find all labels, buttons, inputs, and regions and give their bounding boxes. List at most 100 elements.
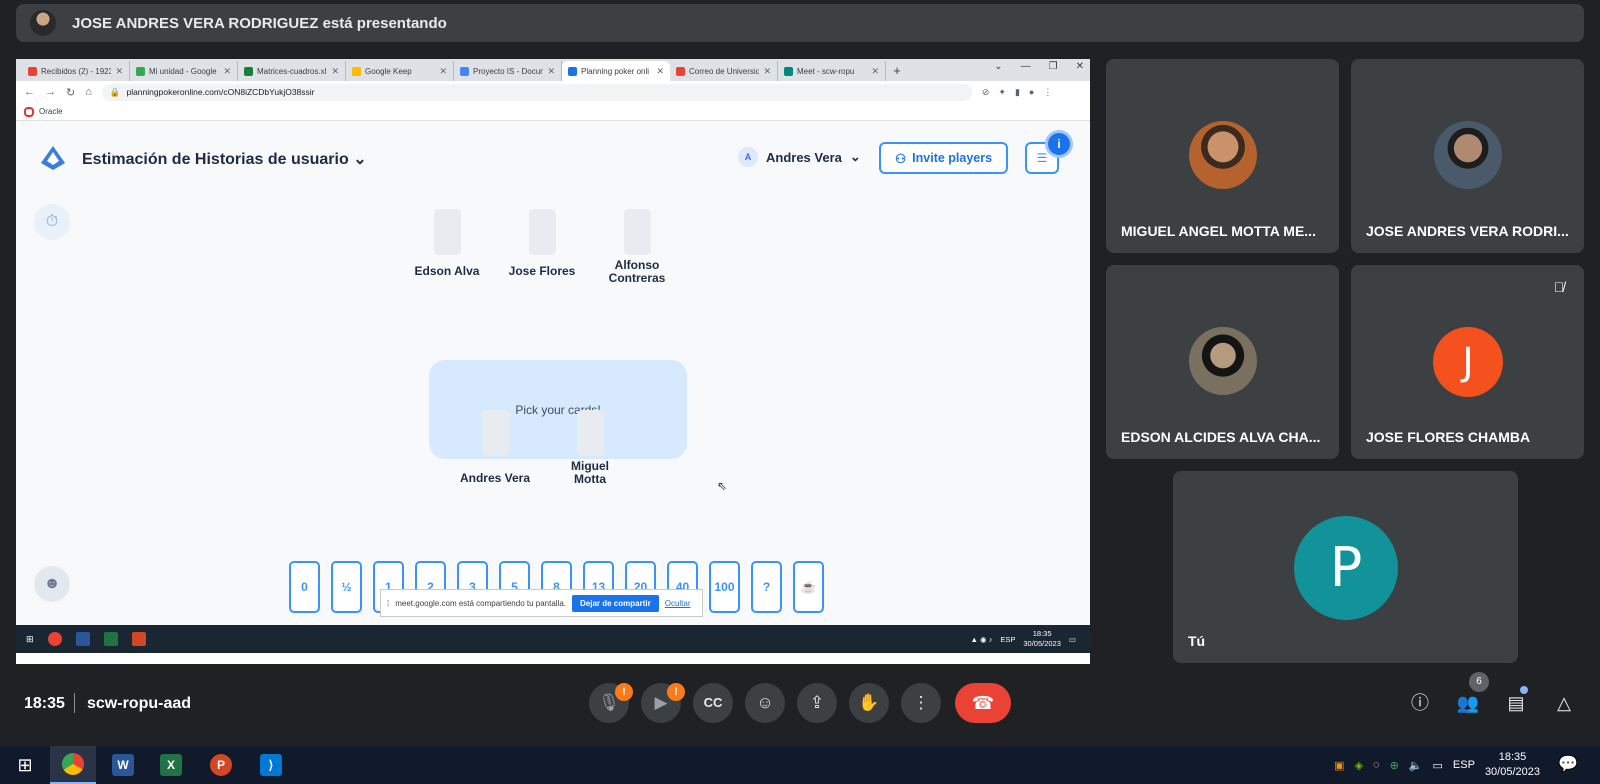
powerpoint-icon[interactable] (131, 632, 146, 646)
vote-card[interactable]: ? (751, 561, 782, 613)
notification-center-icon[interactable]: 💬 (1558, 754, 1578, 774)
people-button[interactable]: 👥 (1453, 688, 1483, 718)
chrome-icon[interactable] (47, 632, 62, 646)
meeting-code: scw-ropu-aad (87, 695, 192, 712)
user-menu[interactable]: A Andres Vera ⌄ (738, 147, 861, 167)
taskbar-excel[interactable]: X (148, 746, 194, 784)
close-tab-icon[interactable]: ✕ (331, 66, 339, 77)
participant-tile[interactable]: MIGUEL ANGEL MOTTA ME... (1106, 59, 1339, 253)
windows-start-button[interactable]: ⊞ (2, 746, 48, 784)
activities-button[interactable]: △ (1549, 688, 1579, 718)
restore-icon[interactable]: ❐ (1049, 61, 1058, 72)
reload-icon[interactable]: ↻ (66, 86, 75, 99)
participants-count-badge: 6 (1469, 672, 1489, 692)
taskbar-lang[interactable]: ESP (1453, 759, 1475, 771)
close-tab-icon[interactable]: ✕ (871, 66, 879, 77)
raise-hand-button[interactable]: ✋ (849, 683, 889, 723)
invite-players-button[interactable]: ⚇ Invite players (879, 142, 1008, 174)
emoji-button[interactable]: ☺ (745, 683, 785, 723)
browser-tab[interactable]: Matrices-cuadros.xl ✕ (238, 61, 346, 81)
volume-icon[interactable]: 🔈 (1409, 759, 1423, 772)
tab-search-icon[interactable]: ⌄ (994, 61, 1002, 72)
hide-link[interactable]: Ocultar (665, 599, 691, 608)
self-name: Tú (1188, 633, 1206, 649)
close-tab-icon[interactable]: ✕ (223, 66, 231, 77)
close-tab-icon[interactable]: ✕ (547, 66, 555, 77)
taskbar-chrome[interactable] (50, 746, 96, 784)
player-name: Edson Alva (414, 264, 480, 278)
excel-icon[interactable] (103, 632, 118, 646)
end-call-button[interactable]: ☎ (955, 683, 1011, 723)
browser-tab[interactable]: Google Keep ✕ (346, 61, 454, 81)
timer-icon[interactable]: ⏱ (34, 204, 70, 240)
captions-button[interactable]: CC (693, 683, 733, 723)
participant-tile[interactable]: EDSON ALCIDES ALVA CHA... (1106, 265, 1339, 459)
lock-icon: 🔒 (109, 86, 121, 97)
browser-tab-active[interactable]: Planning poker onli ✕ (562, 61, 670, 81)
user-avatar: A (738, 147, 758, 167)
taskbar-vscode[interactable]: ⟩ (248, 746, 294, 784)
browser-tab[interactable]: Proyecto IS - Docum ✕ (454, 61, 562, 81)
windows-start-icon[interactable]: ⊞ (26, 634, 34, 645)
info-button[interactable]: i (1045, 130, 1073, 158)
browser-tab[interactable]: Recibidos (2) - 1923 ✕ (22, 61, 130, 81)
puzzle-icon[interactable]: ✦ (998, 87, 1006, 98)
more-options-button[interactable]: ⋮ (901, 683, 941, 723)
word-icon[interactable] (75, 632, 90, 646)
player-seat: Edson Alva (402, 209, 492, 278)
back-icon[interactable]: ← (24, 86, 35, 98)
drag-handle-icon[interactable]: ⁞ (387, 599, 389, 608)
menu-icon[interactable]: ⋮ (1043, 87, 1052, 98)
new-tab-button[interactable]: + (886, 61, 908, 81)
close-tab-icon[interactable]: ✕ (656, 66, 664, 77)
self-tile[interactable]: P Tú (1173, 471, 1518, 663)
powerpoint-icon: P (210, 754, 232, 776)
camera-warning-badge: ! (667, 683, 685, 701)
url-field[interactable]: 🔒 planningpokeronline.com/cON8iZCDbYukjO… (101, 83, 972, 101)
bookmark-oracle[interactable]: Oracle (39, 107, 63, 116)
docs-favicon-icon (460, 66, 469, 76)
java-icon[interactable]: ▣ (1334, 759, 1344, 772)
window-controls: ⌄ — ❐ ✕ (994, 61, 1084, 72)
participant-name: JOSE ANDRES VERA RODRI... (1366, 223, 1569, 239)
close-tab-icon[interactable]: ✕ (115, 66, 123, 77)
taskbar-word[interactable]: W (100, 746, 146, 784)
meeting-info-button[interactable]: ⓘ (1405, 688, 1435, 718)
network-icon[interactable]: ▭ (1433, 759, 1443, 772)
security-icon[interactable]: ⊕ (1390, 759, 1399, 772)
nvidia-icon[interactable]: ◈ (1355, 759, 1363, 772)
player-card (433, 209, 461, 255)
notification-icon[interactable]: ▭ (1069, 635, 1076, 644)
mail-favicon-icon (676, 66, 685, 76)
divider (74, 693, 75, 713)
stop-sharing-button[interactable]: Dejar de compartir (572, 594, 659, 612)
home-icon[interactable]: ⌂ (85, 86, 92, 98)
participant-tile[interactable]: 🎙̸ J JOSE FLORES CHAMBA (1351, 265, 1584, 459)
close-tab-icon[interactable]: ✕ (763, 66, 771, 77)
self-avatar: P (1294, 516, 1398, 620)
vote-card[interactable]: ½ (331, 561, 362, 613)
close-tab-icon[interactable]: ✕ (439, 66, 447, 77)
coffee-card[interactable]: ☕ (793, 561, 824, 613)
tray-lang: ESP (1000, 634, 1016, 644)
browser-tab[interactable]: Correo de Universid ✕ (670, 61, 778, 81)
close-window-icon[interactable]: ✕ (1076, 61, 1084, 72)
present-screen-button[interactable]: ⇪ (797, 683, 837, 723)
taskbar-powerpoint[interactable]: P (198, 746, 244, 784)
player-name: Miguel Motta (571, 459, 609, 486)
browser-tab[interactable]: Mi unidad - Google D ✕ (130, 61, 238, 81)
shared-tray: ▲ ◉ ♪ ESP 18:35 30/05/2023 ▭ (970, 625, 1076, 653)
forward-icon[interactable]: → (45, 86, 56, 98)
game-title-dropdown[interactable]: Estimación de Historias de usuario ⌄ (82, 149, 367, 169)
profile-icon[interactable]: ● (1029, 87, 1034, 97)
participant-tile[interactable]: JOSE ANDRES VERA RODRI... (1351, 59, 1584, 253)
sidepanel-icon[interactable]: ▮ (1015, 87, 1020, 98)
extension-icon[interactable]: ⊘ (982, 87, 990, 98)
taskbar-clock[interactable]: 18:35 30/05/2023 (1485, 750, 1540, 780)
browser-tab[interactable]: Meet - scw-ropu ✕ (778, 61, 886, 81)
vote-card[interactable]: 100 (709, 561, 740, 613)
driver-icon[interactable]: ◌ (1373, 759, 1380, 771)
minimize-icon[interactable]: — (1021, 61, 1031, 72)
player-card (623, 209, 651, 255)
vote-card[interactable]: 0 (289, 561, 320, 613)
